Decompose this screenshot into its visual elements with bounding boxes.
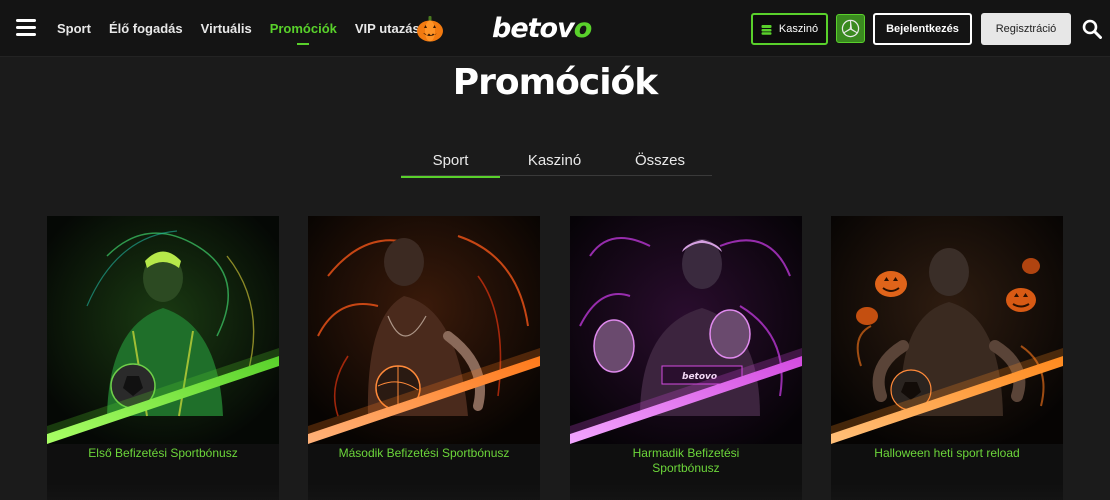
promo-card-halloween[interactable]: Halloween heti sport reload xyxy=(831,216,1063,500)
main-nav: Sport Élő fogadás Virtuális Promóciók VI… xyxy=(57,0,438,57)
card-footer xyxy=(308,484,540,500)
nav-sport[interactable]: Sport xyxy=(57,21,91,36)
nav-promotions[interactable]: Promóciók xyxy=(270,21,337,45)
promo-card-first-deposit[interactable]: Első Befizetési Sportbónusz xyxy=(47,216,279,500)
page-title: Promóciók xyxy=(452,62,658,103)
register-button[interactable]: Regisztráció xyxy=(981,13,1071,45)
card-caption: Második Befizetési Sportbónusz xyxy=(338,446,510,460)
card-footer xyxy=(47,484,279,500)
mercedes-partner-button[interactable] xyxy=(836,14,865,43)
card-caption: Első Befizetési Sportbónusz xyxy=(88,446,238,460)
nav-virtual[interactable]: Virtuális xyxy=(201,21,252,36)
tab-sport[interactable]: Sport xyxy=(401,152,500,178)
card-footer xyxy=(570,484,802,500)
login-button[interactable]: Bejelentkezés xyxy=(873,13,972,45)
top-bar: Sport Élő fogadás Virtuális Promóciók VI… xyxy=(0,0,1110,57)
footballer-image xyxy=(47,216,279,444)
logo-text-accent: o xyxy=(573,13,593,44)
tab-all[interactable]: Összes xyxy=(619,152,701,176)
card-footer xyxy=(831,484,1063,500)
tab-casino[interactable]: Kaszinó xyxy=(511,152,598,176)
casino-button[interactable]: Kaszinó xyxy=(751,13,828,45)
card-caption: Harmadik Befizetési Sportbónusz xyxy=(632,446,740,475)
hamburger-icon[interactable] xyxy=(16,19,36,37)
basketball-player-image xyxy=(308,216,540,444)
promo-tabs: Sport Kaszinó Összes xyxy=(401,146,712,178)
card-caption: Halloween heti sport reload xyxy=(874,446,1020,460)
mercedes-icon xyxy=(841,19,860,38)
boxer-image: betovo xyxy=(570,216,802,444)
nav-vip-trip[interactable]: VIP utazás xyxy=(355,21,420,36)
promo-card-third-deposit[interactable]: betovo Harmadik Befizetési Sportbónusz xyxy=(570,216,802,500)
casino-label: Kaszinó xyxy=(778,23,819,35)
casino-chip-icon xyxy=(761,24,772,35)
brand-logo[interactable]: betovo xyxy=(492,14,620,44)
logo-text: betov xyxy=(492,13,575,44)
pumpkin-icon xyxy=(417,16,443,42)
halloween-player-image xyxy=(831,216,1063,444)
search-icon[interactable] xyxy=(1082,19,1102,39)
promo-card-second-deposit[interactable]: Második Befizetési Sportbónusz xyxy=(308,216,540,500)
nav-live-betting[interactable]: Élő fogadás xyxy=(109,21,183,36)
